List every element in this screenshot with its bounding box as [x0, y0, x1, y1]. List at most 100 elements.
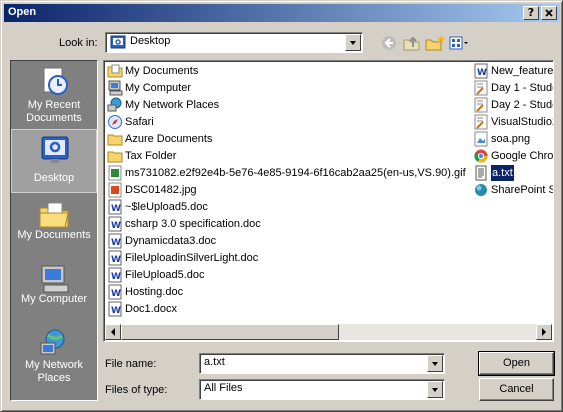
network-icon	[107, 97, 122, 112]
file-name: Dynamicdata3.doc	[125, 235, 217, 247]
filetype-dropdown-arrow[interactable]	[427, 381, 443, 398]
new-folder-icon[interactable]	[424, 34, 446, 52]
computer-icon	[108, 80, 123, 96]
file-name: My Documents	[125, 65, 199, 77]
dialog-title: Open	[8, 6, 37, 18]
my-documents-icon	[39, 202, 69, 228]
file-name: VisualStudio2	[491, 116, 554, 128]
close-button[interactable]	[541, 6, 557, 20]
file-name: ms731082.e2f92e4b-5e76-4e85-9194-6f16cab…	[125, 167, 466, 179]
doc-icon: W	[108, 199, 122, 215]
svg-text:W: W	[111, 255, 121, 265]
file-list[interactable]: My Documents My Computer My Network Places…	[103, 60, 554, 342]
svg-text:W: W	[477, 68, 487, 78]
place-label: My Documents	[17, 229, 91, 241]
place-label: My Network Places	[24, 359, 84, 384]
svg-text:W: W	[111, 272, 121, 282]
shortcut-icon	[474, 97, 488, 113]
filename-value: a.txt	[204, 356, 225, 368]
folder-icon	[107, 134, 123, 146]
png-icon	[474, 131, 488, 147]
file-name: Google Chron	[491, 150, 554, 162]
file-name: Safari	[125, 116, 154, 128]
file-name: FileUpload5.doc	[125, 269, 205, 281]
scroll-thumb[interactable]	[121, 324, 339, 340]
txt-icon	[475, 165, 487, 181]
svg-text:W: W	[111, 238, 121, 248]
sharepoint-icon	[475, 184, 487, 196]
file-name: FileUploadinSilverLight.doc	[125, 252, 259, 264]
shortcut-icon	[474, 114, 488, 130]
close-icon	[545, 9, 553, 17]
safari-icon	[108, 115, 122, 129]
open-dialog: Open ? Look in: Desktop My Recent Docume…	[0, 0, 563, 412]
place-my-computer[interactable]: My Computer	[11, 259, 97, 323]
svg-text:W: W	[111, 306, 121, 316]
file-name: My Computer	[125, 82, 192, 94]
chevron-left-icon	[111, 328, 115, 336]
lookin-value: Desktop	[130, 35, 171, 47]
file-name: Azure Documents	[125, 133, 213, 145]
lookin-dropdown-arrow[interactable]	[345, 34, 361, 51]
file-name: ~$leUpload5.doc	[125, 201, 208, 213]
place-my-network-places[interactable]: My Network Places	[11, 323, 97, 387]
svg-text:W: W	[111, 289, 121, 299]
shortcut-icon	[474, 80, 488, 96]
file-name: New_feature	[491, 65, 554, 77]
file-name: Doc1.docx	[125, 303, 177, 315]
svg-text:W: W	[111, 221, 121, 231]
my-computer-icon	[41, 265, 69, 293]
filetype-value: All Files	[204, 382, 243, 394]
back-icon[interactable]	[379, 34, 401, 52]
title-bar: Open ?	[4, 4, 560, 22]
doc-icon: W	[108, 267, 122, 283]
place-label: My Recent Documents	[26, 99, 82, 124]
filename-label: File name:	[105, 358, 157, 370]
scroll-right-button[interactable]	[536, 324, 552, 340]
file-name: My Network Places	[125, 99, 220, 111]
doc-icon: W	[474, 63, 488, 79]
my-documents-icon	[107, 64, 123, 78]
up-folder-icon[interactable]	[401, 34, 423, 52]
file-name: Day 1 - Stude	[491, 82, 554, 94]
place-label: Desktop	[33, 172, 75, 184]
chevron-right-icon	[542, 328, 546, 336]
doc-icon: W	[108, 250, 122, 266]
doc-icon: W	[108, 233, 122, 249]
desktop-icon	[41, 136, 69, 163]
lookin-label: Look in:	[59, 37, 98, 49]
file-name: soa.png	[491, 133, 531, 145]
svg-text:W: W	[111, 204, 121, 214]
file-name: Tax Folder	[125, 150, 177, 162]
file-name: a.txt	[490, 164, 515, 182]
cancel-button[interactable]: Cancel	[479, 378, 554, 401]
lookin-combo[interactable]: Desktop	[105, 32, 363, 53]
doc-icon: W	[108, 284, 122, 300]
filename-input[interactable]: a.txt	[199, 353, 445, 374]
jpg-icon	[108, 182, 122, 198]
file-name: Hosting.doc	[125, 286, 184, 298]
doc-icon: W	[108, 301, 122, 317]
scroll-left-button[interactable]	[105, 324, 121, 340]
doc-icon: W	[108, 216, 122, 232]
folder-icon	[107, 151, 123, 163]
gif-icon	[108, 165, 122, 181]
file-name: csharp 3.0 specification.doc	[125, 218, 261, 230]
views-menu-icon[interactable]	[448, 34, 470, 52]
open-button[interactable]: Open	[478, 351, 555, 376]
places-bar: My Recent Documents Desktop My Documents	[10, 60, 98, 401]
recent-documents-icon	[43, 67, 68, 95]
network-places-icon	[40, 329, 65, 355]
place-my-recent-documents[interactable]: My Recent Documents	[11, 61, 97, 127]
file-name: DSC01482.jpg	[125, 184, 197, 196]
place-my-documents[interactable]: My Documents	[11, 195, 97, 259]
place-desktop[interactable]: Desktop	[11, 129, 97, 193]
filetype-select[interactable]: All Files	[199, 379, 445, 400]
file-name: SharePoint S	[491, 184, 554, 196]
chrome-icon	[474, 149, 488, 163]
desktop-icon	[110, 35, 126, 49]
file-name: Day 2 - Stude	[491, 99, 554, 111]
horizontal-scrollbar[interactable]	[105, 324, 552, 340]
filename-dropdown-arrow[interactable]	[427, 355, 443, 372]
help-button[interactable]: ?	[523, 6, 539, 20]
